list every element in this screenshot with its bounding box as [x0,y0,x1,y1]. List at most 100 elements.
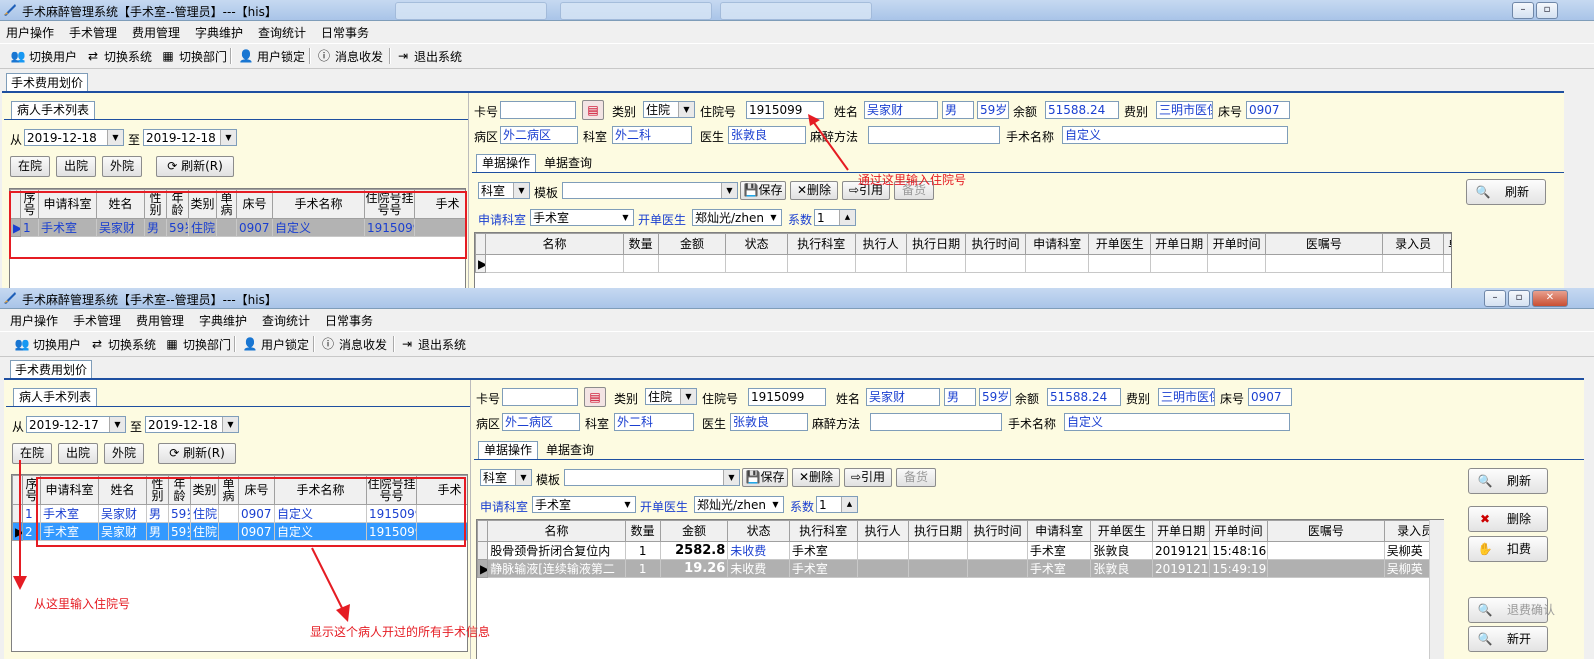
card-no-input[interactable] [502,388,578,406]
chevron-down-icon: ▼ [723,470,739,485]
read-card-button[interactable]: ▤ [582,100,604,120]
chevron-down-icon: ▼ [222,417,238,432]
minimize-button[interactable]: – [1512,2,1534,19]
stock-button[interactable]: 备货 [896,468,936,487]
delete-side-button[interactable]: ✖ 删除 [1468,506,1548,532]
close-button[interactable]: ✕ [1532,290,1568,307]
table-row[interactable]: 股骨颈骨折闭合复位内 1 2582.8 未收费 手术室 手术室 张敦良 2019… [477,541,1443,560]
menu-bar: 用户操作 手术管理 费用管理 字典维护 查询统计 日常事务 [0,21,1594,41]
tab-doc-ops[interactable]: 单据操作 [478,441,539,459]
dept-scope-select[interactable]: 科室 ▼ [478,182,530,199]
refresh-side-button[interactable]: 🔍 刷新 [1468,468,1548,494]
table-row[interactable]: ▶ [475,254,1451,273]
menu-surgery-mgmt[interactable]: 手术管理 [69,24,117,41]
lock-user-button[interactable]: 👤 用户锁定 [242,335,310,353]
coefficient-stepper[interactable]: 1 ▲ [814,209,856,226]
annotation-bottom: 显示这个病人开过的所有手术信息 [310,625,491,639]
fee-type-field: 三明市医保 [1156,101,1213,119]
switch-system-button[interactable]: ⇄ 切换系统 [89,335,156,353]
menu-fee-mgmt[interactable]: 费用管理 [136,312,184,329]
menu-dictionary[interactable]: 字典维护 [199,312,247,329]
exit-button[interactable]: ⇥ 退出系统 [399,335,466,353]
delete-button[interactable]: ✕删除 [790,181,838,200]
menu-query-stats[interactable]: 查询统计 [258,24,306,41]
dept-scope-select[interactable]: 科室 ▼ [480,469,532,486]
menu-daily-affairs[interactable]: 日常事务 [325,312,373,329]
fee-detail-pane: 卡号 ▤ 类别 住院 ▼ 住院号 1915099 姓名 吴家财 男 59岁 余额 … [474,380,1584,659]
annotation-top: 通过这里输入住院号 [858,173,967,187]
maximize-button[interactable]: ▫ [1508,290,1530,307]
doctor-select[interactable]: 郑灿光/zhen ▼ [692,209,782,226]
doctor-select[interactable]: 郑灿光/zhen ▼ [694,496,784,513]
template-select[interactable]: ▼ [562,182,738,199]
filter-inpatient-button[interactable]: 在院 [10,156,50,177]
save-button[interactable]: 💾保存 [742,468,788,487]
refresh-button[interactable]: ⟳ 刷新(R) [156,156,234,177]
tab-surgery-fee[interactable]: 手术费用划价 [6,73,89,92]
refresh-button[interactable]: ⟳ 刷新(R) [158,443,236,464]
ward-field: 外二病区 [502,413,580,431]
maximize-button[interactable]: ▫ [1536,2,1558,19]
switch-icon: ⇄ [87,49,99,63]
inpatient-no-input[interactable]: 1915099 [748,388,826,406]
type-select[interactable]: 住院 ▼ [643,101,695,118]
filter-discharged-button[interactable]: 出院 [58,443,98,464]
date-to-picker[interactable]: 2019-12-18 ▼ [145,416,239,433]
toolbar-separator [230,48,232,64]
refresh-icon: ⟳ [169,446,180,460]
hand-icon: ✋ [1477,542,1493,556]
template-select[interactable]: ▼ [564,469,740,486]
menu-fee-mgmt[interactable]: 费用管理 [132,24,180,41]
reference-button[interactable]: ⇨引用 [844,468,892,487]
card-no-input[interactable] [500,101,576,119]
switch-user-button[interactable]: 👥 切换用户 [10,47,78,65]
menu-user-ops[interactable]: 用户操作 [6,24,54,41]
date-from-picker[interactable]: 2019-12-17 ▼ [26,416,126,433]
row-pointer-icon: ▶ [477,559,489,578]
ward-field: 外二病区 [500,126,578,144]
read-card-button[interactable]: ▤ [584,387,606,407]
menu-user-ops[interactable]: 用户操作 [10,312,58,329]
coefficient-stepper[interactable]: 1 ▲ [816,496,858,513]
minimize-button[interactable]: – [1484,290,1506,307]
fee-items-table: 名称 数量 金额 状态 执行科室 执行人 执行日期 执行时间 申请科室 开单医生… [476,519,1444,659]
menu-daily-affairs[interactable]: 日常事务 [321,24,369,41]
apply-dept-select[interactable]: 手术室 ▼ [530,209,634,226]
switch-system-button[interactable]: ⇄ 切换系统 [85,47,152,65]
messages-button[interactable]: ⓘ 消息收发 [320,335,387,353]
new-button[interactable]: 🔍 新开 [1468,626,1548,652]
tab-doc-ops[interactable]: 单据操作 [476,154,537,172]
tab-surgery-fee[interactable]: 手术费用划价 [10,360,93,379]
delete-button[interactable]: ✕删除 [792,468,840,487]
menu-query-stats[interactable]: 查询统计 [262,312,310,329]
exit-button[interactable]: ⇥ 退出系统 [395,47,462,65]
save-button[interactable]: 💾保存 [740,181,786,200]
menu-dictionary[interactable]: 字典维护 [195,24,243,41]
switch-user-button[interactable]: 👥 切换用户 [14,335,82,353]
apply-dept-select[interactable]: 手术室 ▼ [532,496,636,513]
charge-button[interactable]: ✋ 扣费 [1468,536,1548,562]
chevron-down-icon: ▼ [220,130,236,145]
filter-external-button[interactable]: 外院 [102,156,142,177]
toolbar-separator [393,336,395,352]
switch-dept-button[interactable]: ▦ 切换部门 [160,47,227,65]
date-to-picker[interactable]: 2019-12-18 ▼ [143,129,237,146]
age-field: 59岁 [979,388,1011,406]
tab-doc-query[interactable]: 单据查询 [540,441,601,459]
app-icon [4,4,16,16]
refund-confirm-button[interactable]: 🔍 退费确认 [1468,597,1555,623]
menu-surgery-mgmt[interactable]: 手术管理 [73,312,121,329]
chevron-down-icon: ▼ [768,497,783,512]
bed-field: 0907 [1246,101,1290,119]
table-row[interactable]: ▶ 静脉输液[连续输液第二 1 19.26 未收费 手术室 手术室 张敦良 20… [477,559,1443,578]
messages-button[interactable]: ⓘ 消息收发 [316,47,383,65]
date-from-picker[interactable]: 2019-12-18 ▼ [24,129,124,146]
type-select[interactable]: 住院 ▼ [645,388,697,405]
filter-discharged-button[interactable]: 出院 [56,156,96,177]
tab-doc-query[interactable]: 单据查询 [538,154,599,172]
vertical-scrollbar[interactable] [1429,520,1444,659]
lock-user-button[interactable]: 👤 用户锁定 [238,47,306,65]
refresh-side-button[interactable]: 🔍 刷新 [1466,179,1546,205]
filter-external-button[interactable]: 外院 [104,443,144,464]
switch-dept-button[interactable]: ▦ 切换部门 [164,335,231,353]
